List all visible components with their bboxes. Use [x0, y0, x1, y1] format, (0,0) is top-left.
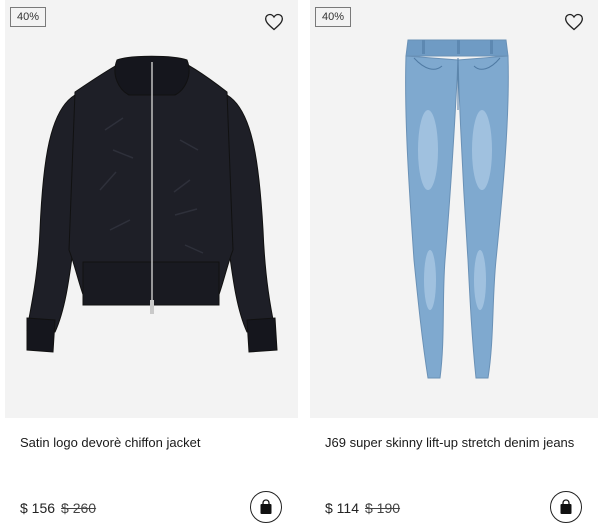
product-grid: 40% Satin logo devorè chiffon jacket $ 1… — [0, 0, 598, 531]
product-image-jacket[interactable] — [5, 0, 298, 418]
product-name[interactable]: Satin logo devorè chiffon jacket — [20, 432, 283, 453]
product-name[interactable]: J69 super skinny lift-up stretch denim j… — [325, 432, 583, 453]
add-to-bag-button[interactable] — [550, 491, 582, 523]
shopping-bag-icon — [560, 499, 572, 514]
heart-outline-icon[interactable] — [264, 12, 284, 32]
price-row: $ 114 $ 190 — [325, 498, 400, 518]
discount-badge: 40% — [10, 7, 47, 27]
product-card[interactable]: 40% J69 super skinny lift-up stretch den… — [310, 0, 598, 531]
product-image-jeans[interactable] — [310, 0, 598, 418]
original-price: $ 190 — [365, 500, 401, 516]
sale-price: $ 156 — [20, 500, 56, 516]
heart-outline-icon[interactable] — [564, 12, 584, 32]
add-to-bag-button[interactable] — [250, 491, 282, 523]
original-price: $ 260 — [61, 500, 97, 516]
product-image-area[interactable]: 40% — [310, 0, 598, 418]
product-card[interactable]: 40% Satin logo devorè chiffon jacket $ 1… — [5, 0, 298, 531]
sale-price: $ 114 — [325, 500, 359, 516]
price-row: $ 156 $ 260 — [20, 498, 96, 518]
product-image-area[interactable]: 40% — [5, 0, 298, 418]
discount-badge: 40% — [315, 7, 352, 27]
shopping-bag-icon — [260, 499, 272, 514]
